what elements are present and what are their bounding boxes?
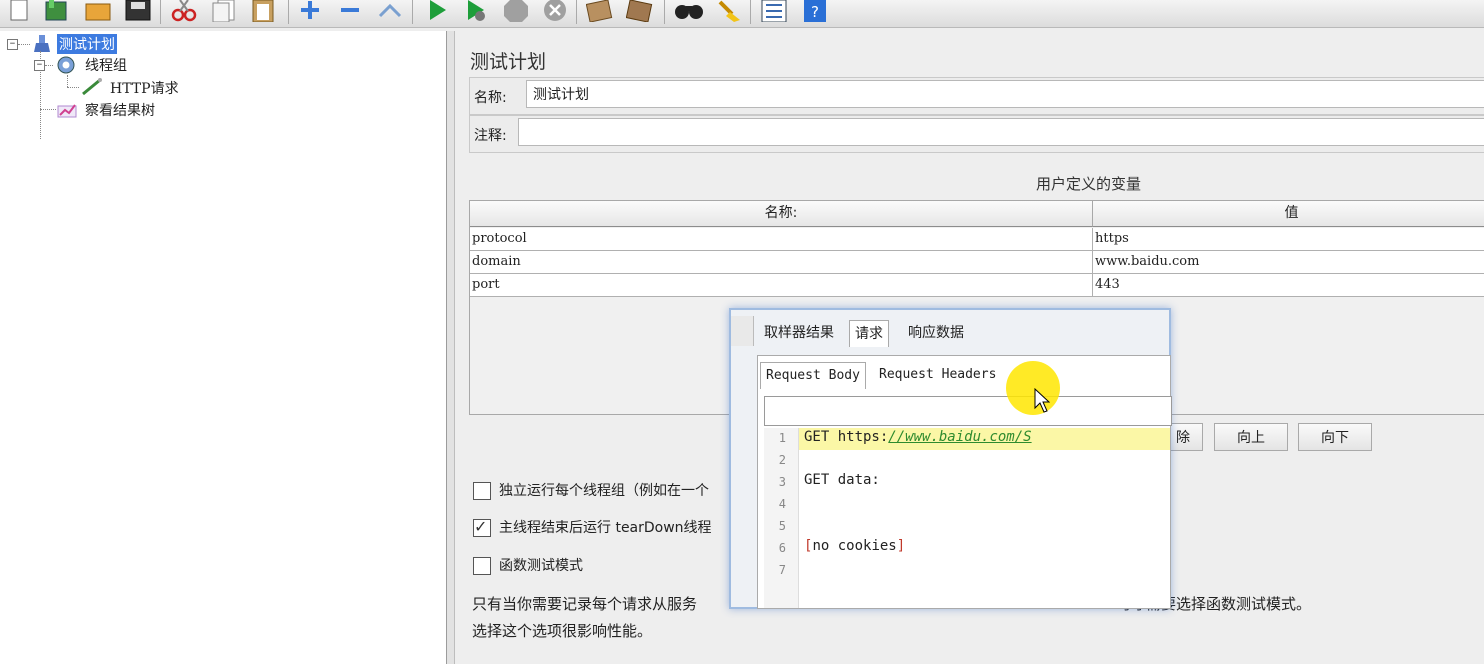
request-body-editor[interactable]: 1 2 3 4 5 6 7 GET https://www.baidu.com/… — [764, 428, 1170, 608]
clear-icon[interactable] — [585, 0, 613, 23]
tab-request-headers[interactable]: Request Headers — [874, 362, 1001, 388]
request-url-link[interactable]: //www.baidu.com/S — [888, 429, 1031, 445]
splitter[interactable] — [447, 31, 455, 664]
stop-icon[interactable] — [502, 0, 528, 22]
line-number: 7 — [778, 563, 786, 577]
name-field-row: 名称: 测试计划 — [469, 77, 1484, 115]
result-detail-overlay: 取样器结果 请求 响应数据 Request Body Request Heade… — [729, 308, 1172, 609]
tab-sampler-result[interactable]: 取样器结果 — [759, 320, 839, 346]
comment-field-row: 注释: — [469, 115, 1484, 153]
functional-mode-note-line2: 选择这个选项很影响性能。 — [472, 622, 653, 640]
no-cookies-text: no cookies — [812, 538, 897, 554]
functional-mode-checkbox[interactable] — [473, 557, 491, 575]
tree-item-view-results-tree[interactable]: 察看结果树 — [85, 100, 155, 120]
cursor-highlight — [1006, 361, 1060, 415]
request-method-scheme: GET https: — [804, 429, 889, 445]
cut-icon[interactable] — [170, 0, 197, 22]
table-row[interactable]: port 443 — [470, 274, 1484, 297]
svg-text:?: ? — [811, 3, 819, 21]
cell-value[interactable]: https — [1093, 228, 1484, 250]
shutdown-icon[interactable] — [542, 0, 566, 22]
teardown-option[interactable]: ✓ 主线程结束后运行 tearDown线程 — [473, 517, 712, 537]
collapse-test-plan-toggle[interactable]: − — [7, 39, 18, 50]
independent-thread-groups-checkbox[interactable] — [473, 482, 491, 500]
name-label: 名称: — [474, 90, 507, 106]
search-input[interactable] — [764, 396, 1172, 426]
code-line-3: GET data: — [804, 472, 880, 488]
comment-input[interactable] — [518, 118, 1484, 146]
http-sampler-icon — [80, 78, 104, 100]
tree-item-thread-group[interactable]: 线程组 — [85, 55, 127, 75]
cell-name[interactable]: domain — [470, 251, 1093, 273]
independent-thread-groups-option[interactable]: 独立运行每个线程组（例如在一个 — [473, 480, 709, 500]
table-row[interactable]: domain www.baidu.com — [470, 251, 1484, 274]
tab-request-body[interactable]: Request Body — [760, 362, 866, 389]
copy-icon[interactable] — [210, 0, 235, 23]
start-no-pause-icon[interactable] — [464, 0, 488, 22]
line-number: 1 — [778, 431, 786, 445]
table-row[interactable]: protocol https — [470, 228, 1484, 251]
code-line-1: GET https://www.baidu.com/S — [804, 429, 1032, 445]
move-up-button[interactable]: 向上 — [1214, 423, 1288, 451]
expand-icon[interactable] — [298, 0, 322, 22]
start-icon[interactable] — [426, 0, 450, 22]
new-icon[interactable] — [8, 0, 32, 22]
functional-mode-note-line1: 只有当你需要记录每个请求从服务 — [472, 595, 698, 613]
request-panel: Request Body Request Headers 1 2 3 4 5 6… — [757, 355, 1172, 609]
name-input[interactable]: 测试计划 — [526, 80, 1484, 108]
toggle-icon[interactable] — [376, 0, 402, 22]
thread-group-icon — [54, 55, 78, 79]
functional-mode-label: 函数测试模式 — [499, 558, 583, 574]
line-number: 5 — [778, 519, 786, 533]
tab-response-data[interactable]: 响应数据 — [903, 320, 969, 346]
bracket-close: ] — [896, 538, 906, 554]
clear-all-icon[interactable] — [625, 0, 653, 23]
tree-item-http-request[interactable]: HTTP请求 — [110, 78, 179, 98]
test-plan-icon — [33, 35, 51, 57]
mouse-pointer-icon — [1034, 388, 1050, 413]
functional-mode-option[interactable]: 函数测试模式 — [473, 555, 583, 575]
cell-name[interactable]: protocol — [470, 228, 1093, 250]
save-icon[interactable] — [124, 0, 151, 22]
udv-title: 用户定义的变量 — [1036, 175, 1142, 193]
line-number: 4 — [778, 497, 786, 511]
move-down-button[interactable]: 向下 — [1298, 423, 1372, 451]
independent-thread-groups-label: 独立运行每个线程组（例如在一个 — [499, 483, 709, 499]
paste-icon[interactable] — [250, 0, 274, 23]
templates-icon[interactable] — [44, 0, 68, 22]
column-header-value[interactable]: 值 — [1093, 201, 1484, 227]
cell-name[interactable]: port — [470, 274, 1093, 296]
collapse-thread-group-toggle[interactable]: − — [34, 60, 45, 71]
line-number: 3 — [778, 475, 786, 489]
view-results-tree-icon — [57, 100, 79, 122]
page-title: 测试计划 — [470, 51, 547, 73]
cell-value[interactable]: www.baidu.com — [1093, 251, 1484, 273]
toolbar: ? — [0, 0, 1484, 28]
line-number: 2 — [778, 453, 786, 467]
test-plan-tree: − 测试计划 − 线程组 HTTP请求 察看结果树 — [0, 31, 447, 664]
collapse-icon[interactable] — [338, 0, 362, 22]
collapsed-split-handle[interactable] — [731, 316, 754, 346]
cell-value[interactable]: 443 — [1093, 274, 1484, 296]
teardown-label: 主线程结束后运行 tearDown线程 — [499, 520, 712, 536]
reset-search-icon[interactable] — [714, 0, 740, 22]
comment-label: 注释: — [474, 128, 507, 144]
line-number: 6 — [778, 541, 786, 555]
teardown-checkbox[interactable]: ✓ — [473, 517, 491, 537]
column-header-name[interactable]: 名称: — [470, 201, 1093, 227]
code-line-6: [no cookies] — [804, 538, 905, 554]
open-icon[interactable] — [84, 0, 111, 22]
help-icon[interactable]: ? — [802, 0, 826, 22]
search-icon[interactable] — [674, 0, 703, 22]
function-helper-icon[interactable] — [760, 0, 787, 23]
tree-item-test-plan[interactable]: 测试计划 — [57, 34, 117, 54]
tab-request[interactable]: 请求 — [849, 320, 889, 347]
